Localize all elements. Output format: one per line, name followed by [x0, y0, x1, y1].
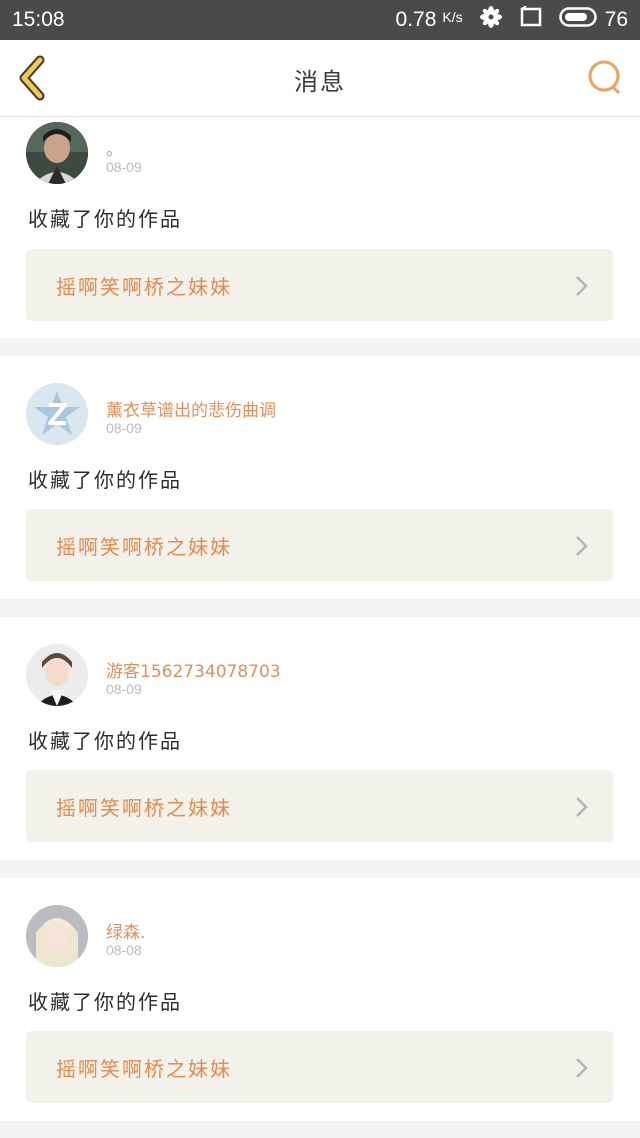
work-link[interactable]: 摇啊笑啊桥之妹妹 — [26, 1031, 613, 1103]
avatar[interactable] — [26, 122, 88, 184]
screen-icon — [519, 5, 543, 34]
username[interactable]: 游客1562734078703 — [106, 657, 281, 682]
message-date: 08-09 — [106, 420, 142, 436]
status-bar: 15:08 0.78 K/s 76 — [0, 0, 640, 40]
network-speed-unit: K/s — [442, 9, 463, 25]
work-title: 摇啊笑啊桥之妹妹 — [56, 275, 232, 299]
avatar[interactable] — [26, 383, 88, 445]
action-text: 收藏了你的作品 — [28, 990, 182, 1014]
battery: 76 — [558, 7, 628, 33]
message-card: 绿森. 08-08 收藏了你的作品 摇啊笑啊桥之妹妹 — [0, 878, 640, 1121]
work-title: 摇啊笑啊桥之妹妹 — [56, 796, 232, 820]
status-right: 0.78 K/s 76 — [396, 5, 628, 35]
message-card: 游客1562734078703 08-09 收藏了你的作品 摇啊笑啊桥之妹妹 — [0, 617, 640, 860]
chevron-right-icon — [576, 536, 588, 556]
network-speed: 0.78 K/s — [396, 8, 463, 32]
nav-bar: 消息 — [0, 40, 640, 117]
action-text: 收藏了你的作品 — [28, 207, 182, 231]
status-time: 15:08 — [12, 8, 65, 31]
battery-icon — [558, 7, 597, 33]
action-text: 收藏了你的作品 — [28, 729, 182, 753]
username[interactable]: 绿森. — [106, 918, 145, 943]
chevron-right-icon — [576, 1058, 588, 1078]
work-link[interactable]: 摇啊笑啊桥之妹妹 — [26, 509, 613, 581]
chevron-right-icon — [576, 276, 588, 296]
message-card: 薰衣草谱出的悲伤曲调 08-09 收藏了你的作品 摇啊笑啊桥之妹妹 — [0, 356, 640, 599]
search-icon — [588, 60, 620, 94]
work-title: 摇啊笑啊桥之妹妹 — [56, 535, 232, 559]
username[interactable]: 薰衣草谱出的悲伤曲调 — [106, 396, 276, 421]
search-button[interactable] — [586, 58, 624, 96]
flower-icon — [479, 5, 503, 35]
work-title: 摇啊笑啊桥之妹妹 — [56, 1057, 232, 1081]
chevron-right-icon — [576, 797, 588, 817]
avatar[interactable] — [26, 905, 88, 967]
message-date: 08-09 — [106, 681, 142, 697]
username[interactable]: 。 — [106, 135, 123, 160]
message-date: 08-08 — [106, 942, 142, 958]
message-date: 08-09 — [106, 159, 142, 175]
page-title: 消息 — [294, 68, 346, 96]
battery-level: 76 — [604, 8, 628, 31]
work-link[interactable]: 摇啊笑啊桥之妹妹 — [26, 770, 613, 842]
network-speed-value: 0.78 — [395, 8, 437, 31]
action-text: 收藏了你的作品 — [28, 468, 182, 492]
work-link[interactable]: 摇啊笑啊桥之妹妹 — [26, 249, 613, 321]
message-card: 。 08-09 收藏了你的作品 摇啊笑啊桥之妹妹 — [0, 117, 640, 338]
avatar[interactable] — [26, 644, 88, 706]
